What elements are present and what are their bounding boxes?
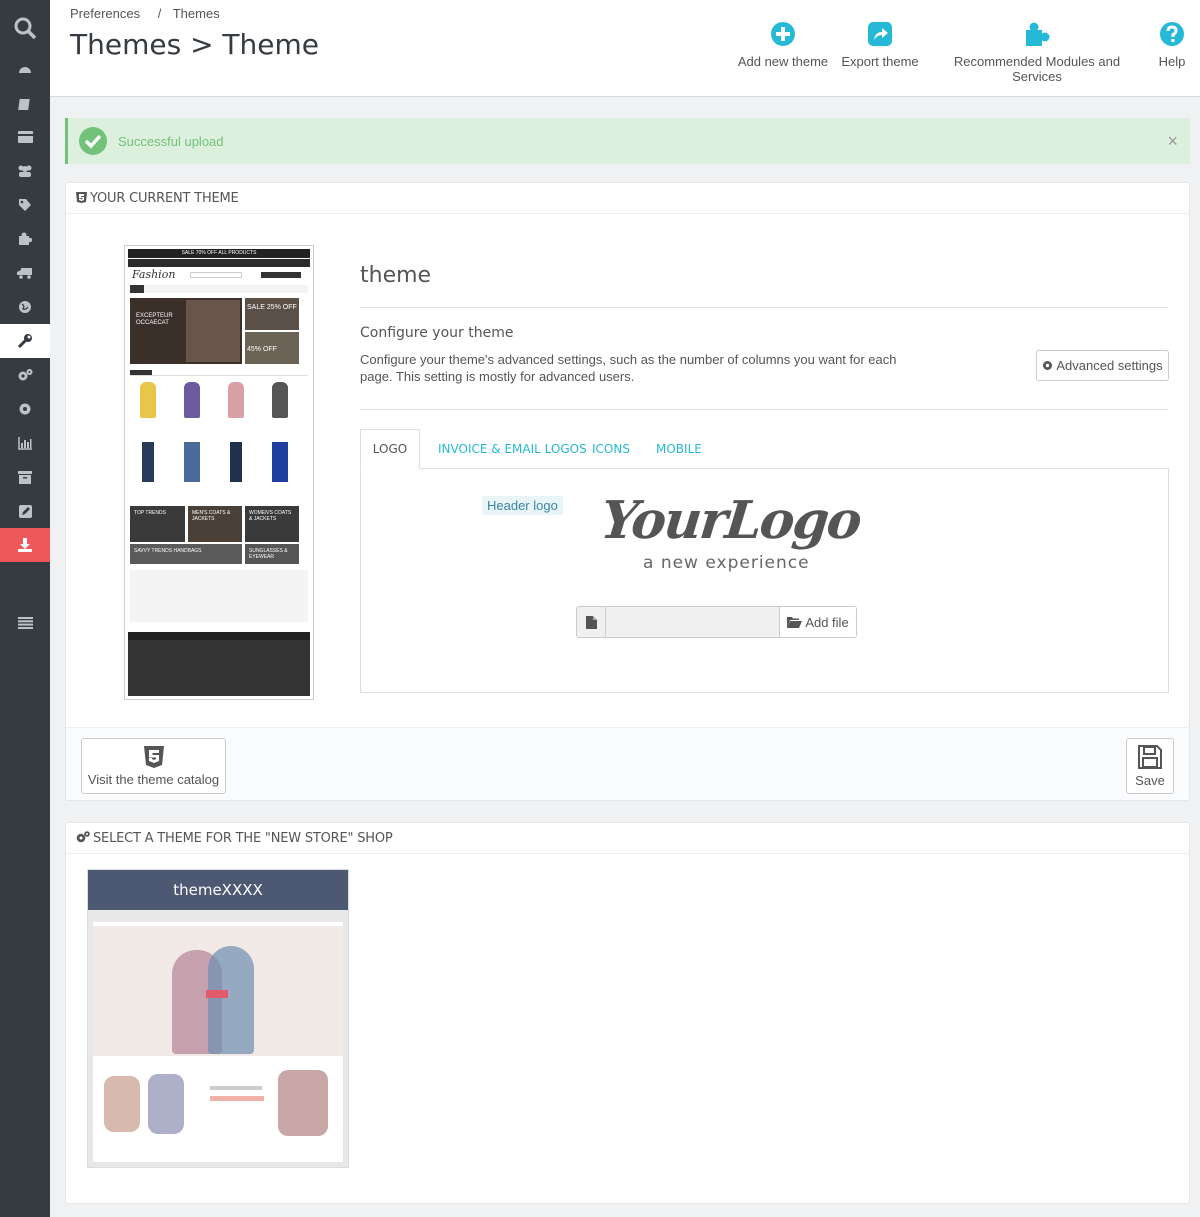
save-label: Save — [1135, 772, 1165, 788]
tag-icon[interactable] — [0, 188, 50, 222]
logo-tab-panel: Header logo YourLogo a new experience Ad… — [360, 468, 1169, 693]
preview-brand: Fashion — [132, 268, 176, 281]
shop-logo-image: YourLogo a new experience — [597, 490, 886, 577]
divider — [360, 409, 1168, 410]
panel-footer: Visit the theme catalog Save — [66, 727, 1189, 800]
logo-file-input[interactable]: Add file — [576, 606, 857, 638]
check-circle-icon — [79, 127, 107, 155]
add-new-theme-button[interactable]: Add new theme — [736, 20, 830, 69]
file-icon — [577, 607, 606, 637]
advanced-settings-button[interactable]: Advanced settings — [1036, 350, 1169, 381]
help-label: Help — [1158, 54, 1186, 69]
export-theme-button[interactable]: Export theme — [838, 20, 922, 69]
recommended-modules-label: Recommended Modules and Services — [953, 54, 1121, 84]
share-icon — [868, 22, 892, 46]
heading-divider — [66, 853, 1189, 854]
preview-banner-left: EXCEPTEUR OCCAECAT — [136, 313, 173, 326]
theme-preview-image: SALE 70% OFF ALL PRODUCTS Fashion EXCEPT… — [124, 245, 314, 700]
archive-icon[interactable] — [0, 460, 50, 494]
puzzle-icon — [1026, 22, 1050, 46]
menu-icon[interactable] — [0, 606, 50, 640]
preview-topbar: SALE 70% OFF ALL PRODUCTS — [128, 249, 310, 258]
breadcrumb-preferences[interactable]: Preferences — [70, 6, 140, 21]
preview-block-4: SAVVY TRENDS HANDBAGS — [130, 544, 242, 564]
help-icon — [1160, 22, 1184, 46]
visit-theme-catalog-button[interactable]: Visit the theme catalog — [81, 738, 226, 794]
cogs-icon — [76, 831, 90, 843]
tab-icons[interactable]: ICONS — [576, 429, 646, 469]
preview-block-2: MEN'S COATS & JACKETS — [188, 506, 242, 542]
select-theme-panel: SELECT A THEME FOR THE "NEW STORE" SHOP … — [65, 822, 1190, 1204]
panel-heading: YOUR CURRENT THEME — [76, 191, 239, 206]
help-button[interactable]: Help — [1152, 20, 1192, 69]
advanced-params-icon[interactable] — [0, 358, 50, 392]
gear-icon — [1043, 361, 1053, 370]
tab-logo[interactable]: LOGO — [360, 429, 420, 469]
theme-card-preview-image — [88, 910, 348, 1167]
breadcrumb-themes[interactable]: Themes — [173, 6, 220, 21]
dashboard-icon[interactable] — [0, 53, 50, 87]
logo-text: YourLogo — [597, 490, 864, 551]
add-file-button[interactable]: Add file — [779, 607, 856, 637]
breadcrumb-separator: / — [157, 6, 162, 21]
select-theme-heading: SELECT A THEME FOR THE "NEW STORE" SHOP — [93, 831, 393, 846]
folder-open-icon — [787, 616, 803, 628]
orders-icon[interactable] — [0, 87, 50, 121]
save-button[interactable]: Save — [1126, 738, 1174, 794]
localization-icon[interactable] — [0, 290, 50, 324]
alert-close-button[interactable]: × — [1167, 131, 1178, 152]
advanced-settings-label: Advanced settings — [1056, 358, 1163, 373]
theme-card-title: themeXXXX — [88, 870, 348, 910]
current-theme-heading: YOUR CURRENT THEME — [90, 191, 239, 206]
page-header: Preferences / Themes Themes > Theme Add … — [50, 0, 1200, 97]
tab-mobile[interactable]: MOBILE — [640, 429, 718, 469]
preview-banner-right-1: SALE 25% OFF — [245, 298, 299, 330]
admin-icon[interactable] — [0, 392, 50, 426]
export-theme-label: Export theme — [841, 54, 919, 69]
logo-tabs: LOGO INVOICE & EMAIL LOGOS ICONS MOBILE — [360, 429, 1169, 469]
download-icon[interactable] — [0, 528, 50, 562]
preview-block-3: WOMEN'S COATS & JACKETS — [245, 506, 299, 542]
html5-icon — [143, 745, 164, 768]
page-title: Themes > Theme — [70, 28, 320, 61]
heading-divider — [66, 213, 1189, 214]
catalog-icon[interactable] — [0, 120, 50, 154]
theme-card[interactable]: themeXXXX — [87, 869, 349, 1168]
preferences-icon[interactable] — [0, 324, 50, 358]
stats-icon[interactable] — [0, 426, 50, 460]
edit-icon[interactable] — [0, 494, 50, 528]
plus-circle-icon — [771, 22, 795, 46]
logo-tagline: a new experience — [643, 553, 810, 573]
shipping-icon[interactable] — [0, 256, 50, 290]
theme-name: theme — [360, 263, 432, 288]
panel-heading: SELECT A THEME FOR THE "NEW STORE" SHOP — [76, 831, 393, 846]
success-alert: Successful upload × — [65, 118, 1190, 164]
configure-title: Configure your theme — [360, 325, 514, 341]
configure-description: Configure your theme's advanced settings… — [360, 352, 897, 384]
breadcrumb: Preferences / Themes — [70, 6, 226, 21]
sidebar — [0, 0, 50, 1217]
alert-message: Successful upload — [118, 134, 224, 149]
header-logo-label: Header logo — [482, 496, 563, 515]
modules-icon[interactable] — [0, 222, 50, 256]
customers-icon[interactable] — [0, 154, 50, 188]
file-name-field[interactable] — [606, 607, 779, 637]
recommended-modules-button[interactable]: Recommended Modules and Services — [930, 20, 1144, 84]
preview-banner-right-2: 45% OFF — [245, 332, 299, 364]
preview-block-1: TOP TRENDS — [130, 506, 185, 542]
search-icon[interactable] — [0, 11, 50, 45]
preview-block-5: SUNGLASSES & EYEWEAR — [245, 544, 299, 564]
visit-theme-catalog-label: Visit the theme catalog — [87, 771, 220, 787]
add-file-label: Add file — [805, 614, 849, 630]
save-icon — [1138, 744, 1162, 769]
current-theme-panel: YOUR CURRENT THEME SALE 70% OFF ALL PROD… — [65, 182, 1190, 801]
add-new-theme-label: Add new theme — [737, 54, 829, 69]
divider — [360, 307, 1168, 308]
html5-icon — [76, 192, 87, 203]
